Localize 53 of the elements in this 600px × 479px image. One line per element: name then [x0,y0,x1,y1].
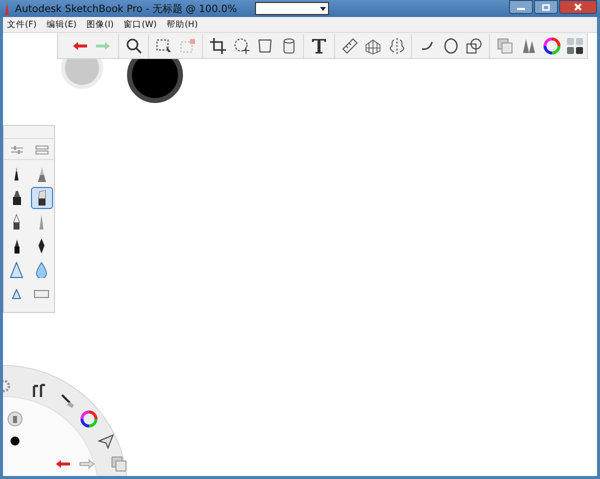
color-wheel-button[interactable] [79,409,99,429]
menu-item[interactable]: 编辑(E) [46,18,77,30]
text-icon [310,36,328,54]
pencil-icon [14,167,19,181]
layers-icon [496,36,514,54]
move-icon [232,36,251,54]
felt-pen-icon [13,214,20,230]
pointer-button[interactable] [96,431,116,451]
dot-icon [10,436,20,446]
menu-item[interactable]: 文件(F) [7,18,37,30]
distort-icon [256,36,274,54]
rectangle-select-icon [178,36,197,54]
ellipse-icon [442,36,460,54]
maximize-icon [542,4,550,10]
marker-icon [12,191,20,205]
pencil-logo-icon [3,2,11,15]
window-title: Autodesk SketchBook Pro - 无标题 @ 100.0% [15,2,237,16]
caret-icon [320,6,326,10]
search-icon [124,36,143,54]
triangle-brush-icon [10,262,23,278]
pen-icon [14,238,20,254]
color-wheel-icon [80,410,98,428]
menu-item[interactable]: 图像(I) [86,18,114,30]
close-icon [574,3,582,11]
shapes-icon [465,36,484,54]
drop-icon [36,262,47,278]
ui-layout-icon [566,36,584,54]
chisel-marker-icon [38,190,46,206]
pointer-icon [97,432,115,450]
paintbrush-icon [59,392,77,410]
sliders-icon [10,145,24,155]
eraser-icon [34,290,49,298]
crop-icon [209,36,228,54]
list-view-icon [34,145,48,155]
rectangle-select-icon [155,36,174,54]
curve-icon [421,41,434,50]
maximize-button[interactable] [534,0,558,14]
airbrush-icon [39,214,44,230]
dropdown-field[interactable] [254,2,329,15]
layers-icon [110,455,128,473]
brush-button[interactable] [30,187,52,209]
menu-item[interactable]: 帮助(H) [166,18,198,30]
ruler-icon [340,36,359,54]
color-puck[interactable] [127,59,183,103]
triangle-brush-icon [12,289,21,299]
close-button[interactable] [559,0,597,14]
pen-nib-icon [38,238,45,254]
symmetry-icon [388,36,406,54]
menu-item[interactable]: 窗口(W) [124,18,157,30]
minimize-button[interactable] [509,0,533,14]
color-wheel-icon [542,36,561,54]
ink-pen-icon [38,166,46,182]
perspective-grid-icon [364,36,382,54]
